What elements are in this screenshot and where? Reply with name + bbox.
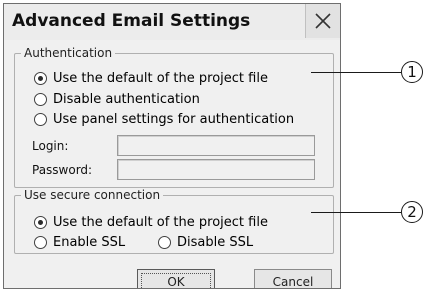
- radio-button-selected[interactable]: [34, 72, 47, 85]
- radio-button[interactable]: [158, 236, 171, 249]
- radio-disable-ssl[interactable]: Disable SSL: [158, 235, 253, 250]
- focus-ring: [141, 273, 211, 288]
- title-bar: Advanced Email Settings: [4, 4, 340, 41]
- callout-2-marker: 2: [401, 201, 423, 223]
- cancel-button[interactable]: Cancel: [254, 269, 332, 289]
- radio-enable-ssl[interactable]: Enable SSL: [34, 235, 125, 250]
- secure-connection-legend: Use secure connection: [24, 188, 161, 202]
- callout-1-marker: 1: [401, 61, 423, 83]
- advanced-email-settings-dialog: Advanced Email Settings Authentication U…: [3, 3, 341, 289]
- login-input[interactable]: [117, 135, 315, 156]
- close-button[interactable]: [305, 4, 340, 38]
- authentication-legend: Authentication: [24, 46, 113, 60]
- radio-button[interactable]: [34, 93, 47, 106]
- radio-label: Enable SSL: [53, 235, 126, 250]
- radio-button[interactable]: [34, 113, 47, 126]
- radio-label: Disable SSL: [177, 235, 254, 250]
- radio-label: Use the default of the project file: [53, 215, 268, 230]
- cancel-button-label: Cancel: [272, 274, 314, 289]
- radio-auth-disable[interactable]: Disable authentication: [34, 92, 200, 107]
- callout-2-leader-line: [311, 212, 401, 213]
- callout-1-leader-line: [311, 72, 401, 73]
- login-label: Login:: [32, 139, 69, 153]
- password-label: Password:: [32, 163, 93, 177]
- dialog-title: Advanced Email Settings: [12, 11, 251, 31]
- ok-button[interactable]: OK: [137, 269, 215, 288]
- password-input[interactable]: [117, 159, 315, 180]
- radio-auth-project-default[interactable]: Use the default of the project file: [34, 71, 268, 86]
- radio-button[interactable]: [34, 236, 47, 249]
- radio-auth-panel-settings[interactable]: Use panel settings for authentication: [34, 112, 294, 127]
- radio-label: Disable authentication: [53, 92, 200, 107]
- radio-button-selected[interactable]: [34, 216, 47, 229]
- radio-ssl-project-default[interactable]: Use the default of the project file: [34, 215, 268, 230]
- dialog-body: Authentication Use the default of the pr…: [4, 40, 340, 288]
- radio-label: Use panel settings for authentication: [53, 112, 295, 127]
- close-icon: [315, 13, 331, 29]
- radio-label: Use the default of the project file: [53, 71, 268, 86]
